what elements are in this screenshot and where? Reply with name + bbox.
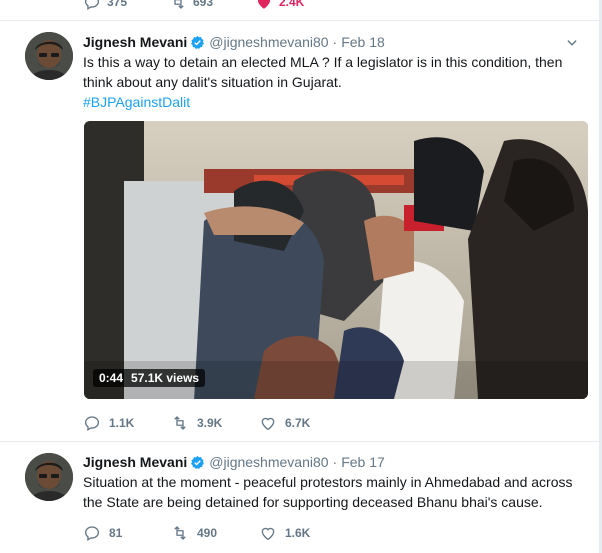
reply-count: 81 [109, 526, 123, 540]
retweet-button[interactable]: 490 [171, 524, 259, 542]
retweet-icon [174, 526, 186, 540]
avatar-image [25, 32, 73, 80]
display-name[interactable]: Jignesh Mevani [83, 454, 187, 470]
previous-tweet-actions: 375 693 2.4K [83, 0, 304, 12]
tweet-text: Situation at the moment - peaceful prote… [83, 474, 573, 510]
retweet-button[interactable]: 3.9K [171, 414, 259, 432]
like-button[interactable]: 2.4K [255, 0, 304, 11]
separator-dot: · [332, 454, 338, 470]
tweet-divider [0, 20, 599, 21]
tweet-actions: 1.1K 3.9K 6.7K [83, 413, 310, 433]
like-count: 2.4K [279, 0, 305, 9]
avatar-image [25, 453, 73, 501]
reply-button[interactable]: 1.1K [83, 414, 171, 432]
video-player[interactable]: 0:44 57.1K views [84, 121, 588, 399]
avatar[interactable] [25, 32, 73, 80]
video-views: 57.1K views [131, 371, 200, 385]
tweet-header: Jignesh Mevani @jigneshmevani80 · Feb 18 [83, 33, 581, 51]
like-count: 6.7K [285, 416, 311, 430]
retweet-icon [174, 416, 186, 430]
verified-icon [191, 35, 205, 49]
verified-icon [191, 455, 205, 469]
like-icon [258, 0, 270, 9]
reply-count: 1.1K [109, 416, 135, 430]
tweet-header: Jignesh Mevani @jigneshmevani80 · Feb 17 [83, 453, 581, 471]
tweet-date[interactable]: Feb 18 [341, 34, 385, 50]
like-button[interactable]: 1.6K [259, 524, 310, 542]
video-thumbnail [84, 121, 588, 399]
like-icon [261, 417, 275, 431]
like-count: 1.6K [285, 526, 311, 540]
tweet-actions: 81 490 1.6K [83, 523, 310, 543]
tweet-divider [0, 441, 599, 442]
reply-icon [84, 0, 100, 10]
display-name[interactable]: Jignesh Mevani [83, 34, 187, 50]
retweet-count: 3.9K [197, 416, 223, 430]
reply-icon [84, 416, 100, 431]
chevron-down-icon[interactable] [565, 36, 579, 50]
reply-button[interactable]: 81 [83, 524, 171, 542]
reply-icon [84, 526, 100, 541]
retweet-count: 693 [193, 0, 214, 9]
retweet-icon [174, 0, 184, 9]
like-icon [261, 527, 275, 541]
handle[interactable]: @jigneshmevani80 [209, 34, 328, 50]
tweet-date[interactable]: Feb 17 [341, 454, 385, 470]
video-duration: 0:44 [99, 371, 124, 385]
reply-button[interactable]: 375 [83, 0, 169, 11]
avatar[interactable] [25, 453, 73, 501]
tweet-text: Is this a way to detain an elected MLA ?… [83, 54, 563, 90]
hashtag-link[interactable]: #BJPAgainstDalit [83, 92, 581, 112]
video-badge: 0:44 57.1K views [93, 369, 206, 387]
handle[interactable]: @jigneshmevani80 [209, 454, 328, 470]
retweet-count: 490 [197, 526, 218, 540]
retweet-button[interactable]: 693 [169, 0, 255, 11]
like-button[interactable]: 6.7K [259, 414, 310, 432]
reply-count: 375 [107, 0, 128, 9]
separator-dot: · [332, 34, 338, 50]
